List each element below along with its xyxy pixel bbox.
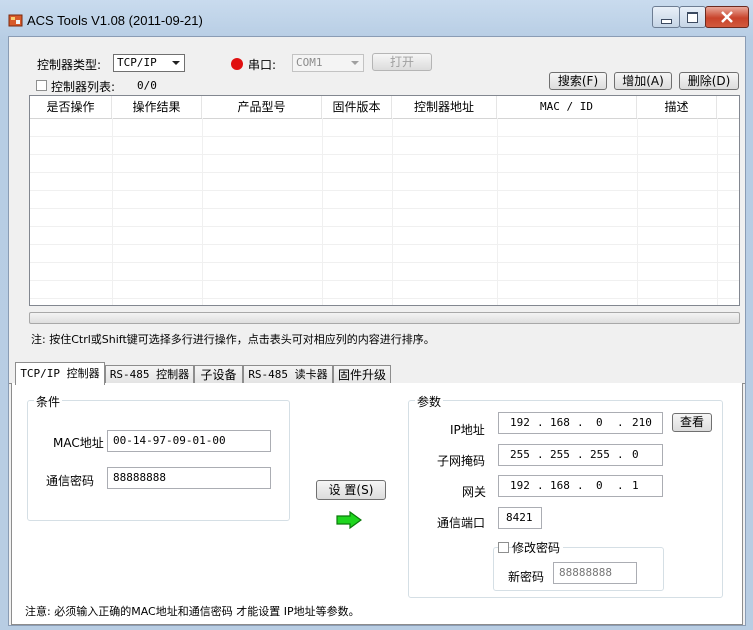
add-button[interactable]: 增加(A) (614, 72, 672, 90)
list-grid-column (717, 118, 718, 305)
list-header: 是否操作 操作结果 产品型号 固件版本 控制器地址 MAC / ID 描述 (30, 96, 739, 119)
controller-list-checkbox[interactable] (36, 80, 47, 91)
tab-sub-device[interactable]: 子设备 (194, 365, 243, 384)
list-grid-column (637, 118, 638, 305)
horizontal-scrollbar[interactable] (29, 312, 740, 324)
ip-octet-3: 0 (596, 416, 603, 429)
list-grid-row (30, 172, 739, 173)
tools-icon (8, 14, 23, 27)
ip-octet-4: 210 (632, 416, 652, 429)
params-group: 参数 IP地址 192 . 168 . 0 . 210 查看 子网掩码 255 … (408, 393, 723, 598)
client-area: 控制器类型: TCP/IP 串口: COM1 打开 控制器列表: 0/0 搜索(… (8, 36, 746, 626)
mac-input[interactable]: 00-14-97-09-01-00 (107, 430, 271, 452)
condition-group-title: 条件 (34, 393, 63, 410)
port-label: 通信端口 (437, 516, 486, 530)
change-password-group: 修改密码 新密码 88888888 (493, 539, 664, 591)
tab-page-tcp: 条件 MAC地址 00-14-97-09-01-00 通信密码 88888888… (11, 383, 743, 625)
column-header-address[interactable]: 控制器地址 (392, 96, 497, 118)
close-icon (721, 11, 733, 23)
password-label: 通信密码 (46, 474, 95, 488)
chevron-down-icon (172, 61, 180, 65)
open-button[interactable]: 打开 (372, 53, 432, 71)
condition-group: 条件 MAC地址 00-14-97-09-01-00 通信密码 88888888 (27, 393, 290, 521)
controller-type-select[interactable]: TCP/IP (113, 54, 185, 72)
gateway-octet-4: 1 (632, 479, 639, 492)
port-input[interactable]: 8421 (498, 507, 542, 529)
list-grid-row (30, 154, 739, 155)
mask-input[interactable]: 255 . 255 . 255 . 0 (498, 444, 663, 466)
delete-button[interactable]: 删除(D) (679, 72, 739, 90)
window-title: ACS Tools V1.08 (2011-09-21) (27, 13, 203, 28)
note-top: 注: 按住Ctrl或Shift键可选择多行进行操作，点击表头可对相应列的内容进行… (31, 333, 435, 346)
password-input[interactable]: 88888888 (107, 467, 271, 489)
controller-type-label: 控制器类型: (37, 58, 102, 72)
list-grid-column (497, 118, 498, 305)
list-grid-column (322, 118, 323, 305)
chevron-down-icon (351, 61, 359, 65)
ip-octet-2: 168 (550, 416, 570, 429)
arrow-right-icon (336, 511, 362, 529)
tab-rs485-controller[interactable]: RS-485 控制器 (105, 365, 194, 384)
list-grid-row (30, 208, 739, 209)
tab-firmware-upgrade[interactable]: 固件升级 (333, 365, 391, 384)
list-grid-row (30, 136, 739, 137)
mask-octet-2: 255 (550, 448, 570, 461)
serial-port-value: COM1 (296, 56, 323, 69)
column-header-result[interactable]: 操作结果 (112, 96, 202, 118)
change-password-checkbox[interactable] (498, 542, 509, 553)
new-password-label: 新密码 (508, 570, 545, 584)
ip-octet-1: 192 (510, 416, 530, 429)
list-grid-row (30, 298, 739, 299)
list-grid-row (30, 190, 739, 191)
set-button[interactable]: 设 置(S) (316, 480, 386, 500)
list-grid-column (112, 118, 113, 305)
list-grid-column (202, 118, 203, 305)
gateway-octet-1: 192 (510, 479, 530, 492)
serial-port-label: 串口: (248, 58, 277, 72)
minimize-icon (661, 19, 672, 24)
tab-tcp-controller[interactable]: TCP/IP 控制器 (15, 362, 105, 385)
gateway-octet-3: 0 (596, 479, 603, 492)
mask-label: 子网掩码 (437, 454, 486, 468)
list-grid-row (30, 226, 739, 227)
controller-type-value: TCP/IP (117, 56, 157, 69)
controller-list-count: 0/0 (137, 79, 157, 92)
column-header-firmware[interactable]: 固件版本 (322, 96, 392, 118)
mask-octet-1: 255 (510, 448, 530, 461)
params-group-title: 参数 (415, 393, 444, 410)
mask-octet-3: 255 (590, 448, 610, 461)
controller-list-label: 控制器列表: (51, 80, 116, 94)
gateway-label: 网关 (462, 485, 487, 499)
view-button[interactable]: 查看 (672, 413, 712, 432)
list-grid-row (30, 244, 739, 245)
column-header-mac[interactable]: MAC / ID (497, 96, 637, 118)
maximize-button[interactable] (679, 6, 706, 28)
column-header-model[interactable]: 产品型号 (202, 96, 322, 118)
title-bar[interactable]: ACS Tools V1.08 (2011-09-21) (0, 0, 753, 36)
minimize-button[interactable] (652, 6, 680, 28)
ip-label: IP地址 (450, 423, 485, 437)
column-header-operate[interactable]: 是否操作 (30, 96, 112, 118)
gateway-input[interactable]: 192 . 168 . 0 . 1 (498, 475, 663, 497)
mask-octet-4: 0 (632, 448, 639, 461)
mac-label: MAC地址 (53, 436, 104, 450)
bottom-note: 注意: 必须输入正确的MAC地址和通信密码 才能设置 IP地址等参数。 (25, 605, 360, 618)
tab-rs485-reader[interactable]: RS-485 读卡器 (243, 365, 333, 384)
column-header-desc[interactable]: 描述 (637, 96, 717, 118)
list-grid-row (30, 280, 739, 281)
search-button[interactable]: 搜索(F) (549, 72, 607, 90)
list-grid-row (30, 262, 739, 263)
gateway-octet-2: 168 (550, 479, 570, 492)
controller-list[interactable]: 是否操作 操作结果 产品型号 固件版本 控制器地址 MAC / ID 描述 (29, 95, 740, 306)
new-password-input[interactable]: 88888888 (553, 562, 637, 584)
maximize-icon (687, 12, 698, 23)
ip-input[interactable]: 192 . 168 . 0 . 210 (498, 412, 663, 434)
serial-port-select[interactable]: COM1 (292, 54, 364, 72)
close-button[interactable] (705, 6, 749, 28)
list-grid-column (392, 118, 393, 305)
serial-status-icon (231, 58, 243, 70)
change-password-label: 修改密码 (512, 539, 564, 556)
